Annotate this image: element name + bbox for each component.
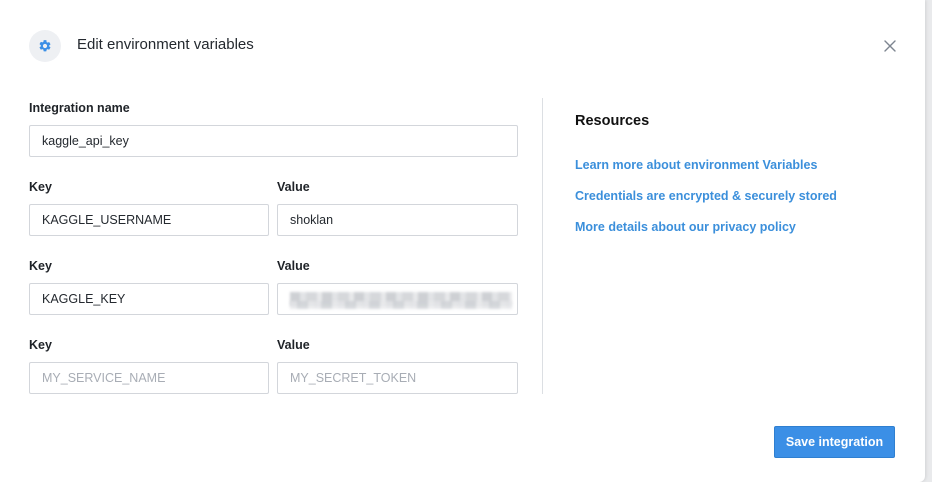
value-label: Value	[277, 338, 310, 352]
integration-name-input[interactable]	[29, 125, 518, 157]
key-label: Key	[29, 259, 52, 273]
link-credentials-encrypted[interactable]: Credentials are encrypted & securely sto…	[575, 189, 837, 203]
link-env-variables[interactable]: Learn more about environment Variables	[575, 158, 817, 172]
close-icon[interactable]	[881, 37, 899, 55]
resources-title: Resources	[575, 113, 650, 129]
key-input-3[interactable]	[29, 362, 269, 394]
value-label: Value	[277, 180, 310, 194]
value-input-3[interactable]	[277, 362, 518, 394]
link-privacy-policy[interactable]: More details about our privacy policy	[575, 220, 796, 234]
redacted-value-shadow	[290, 301, 512, 309]
modal-title: Edit environment variables	[77, 36, 254, 53]
key-input-1[interactable]	[29, 204, 269, 236]
edit-env-modal: Edit environment variables Integration n…	[0, 0, 925, 482]
column-divider	[542, 98, 543, 394]
save-integration-button[interactable]: Save integration	[774, 426, 895, 458]
value-input-2-masked[interactable]	[277, 283, 518, 315]
key-input-2[interactable]	[29, 283, 269, 315]
key-label: Key	[29, 338, 52, 352]
value-label: Value	[277, 259, 310, 273]
key-label: Key	[29, 180, 52, 194]
integration-name-label: Integration name	[29, 101, 130, 115]
gear-icon	[29, 30, 61, 62]
value-input-1[interactable]	[277, 204, 518, 236]
